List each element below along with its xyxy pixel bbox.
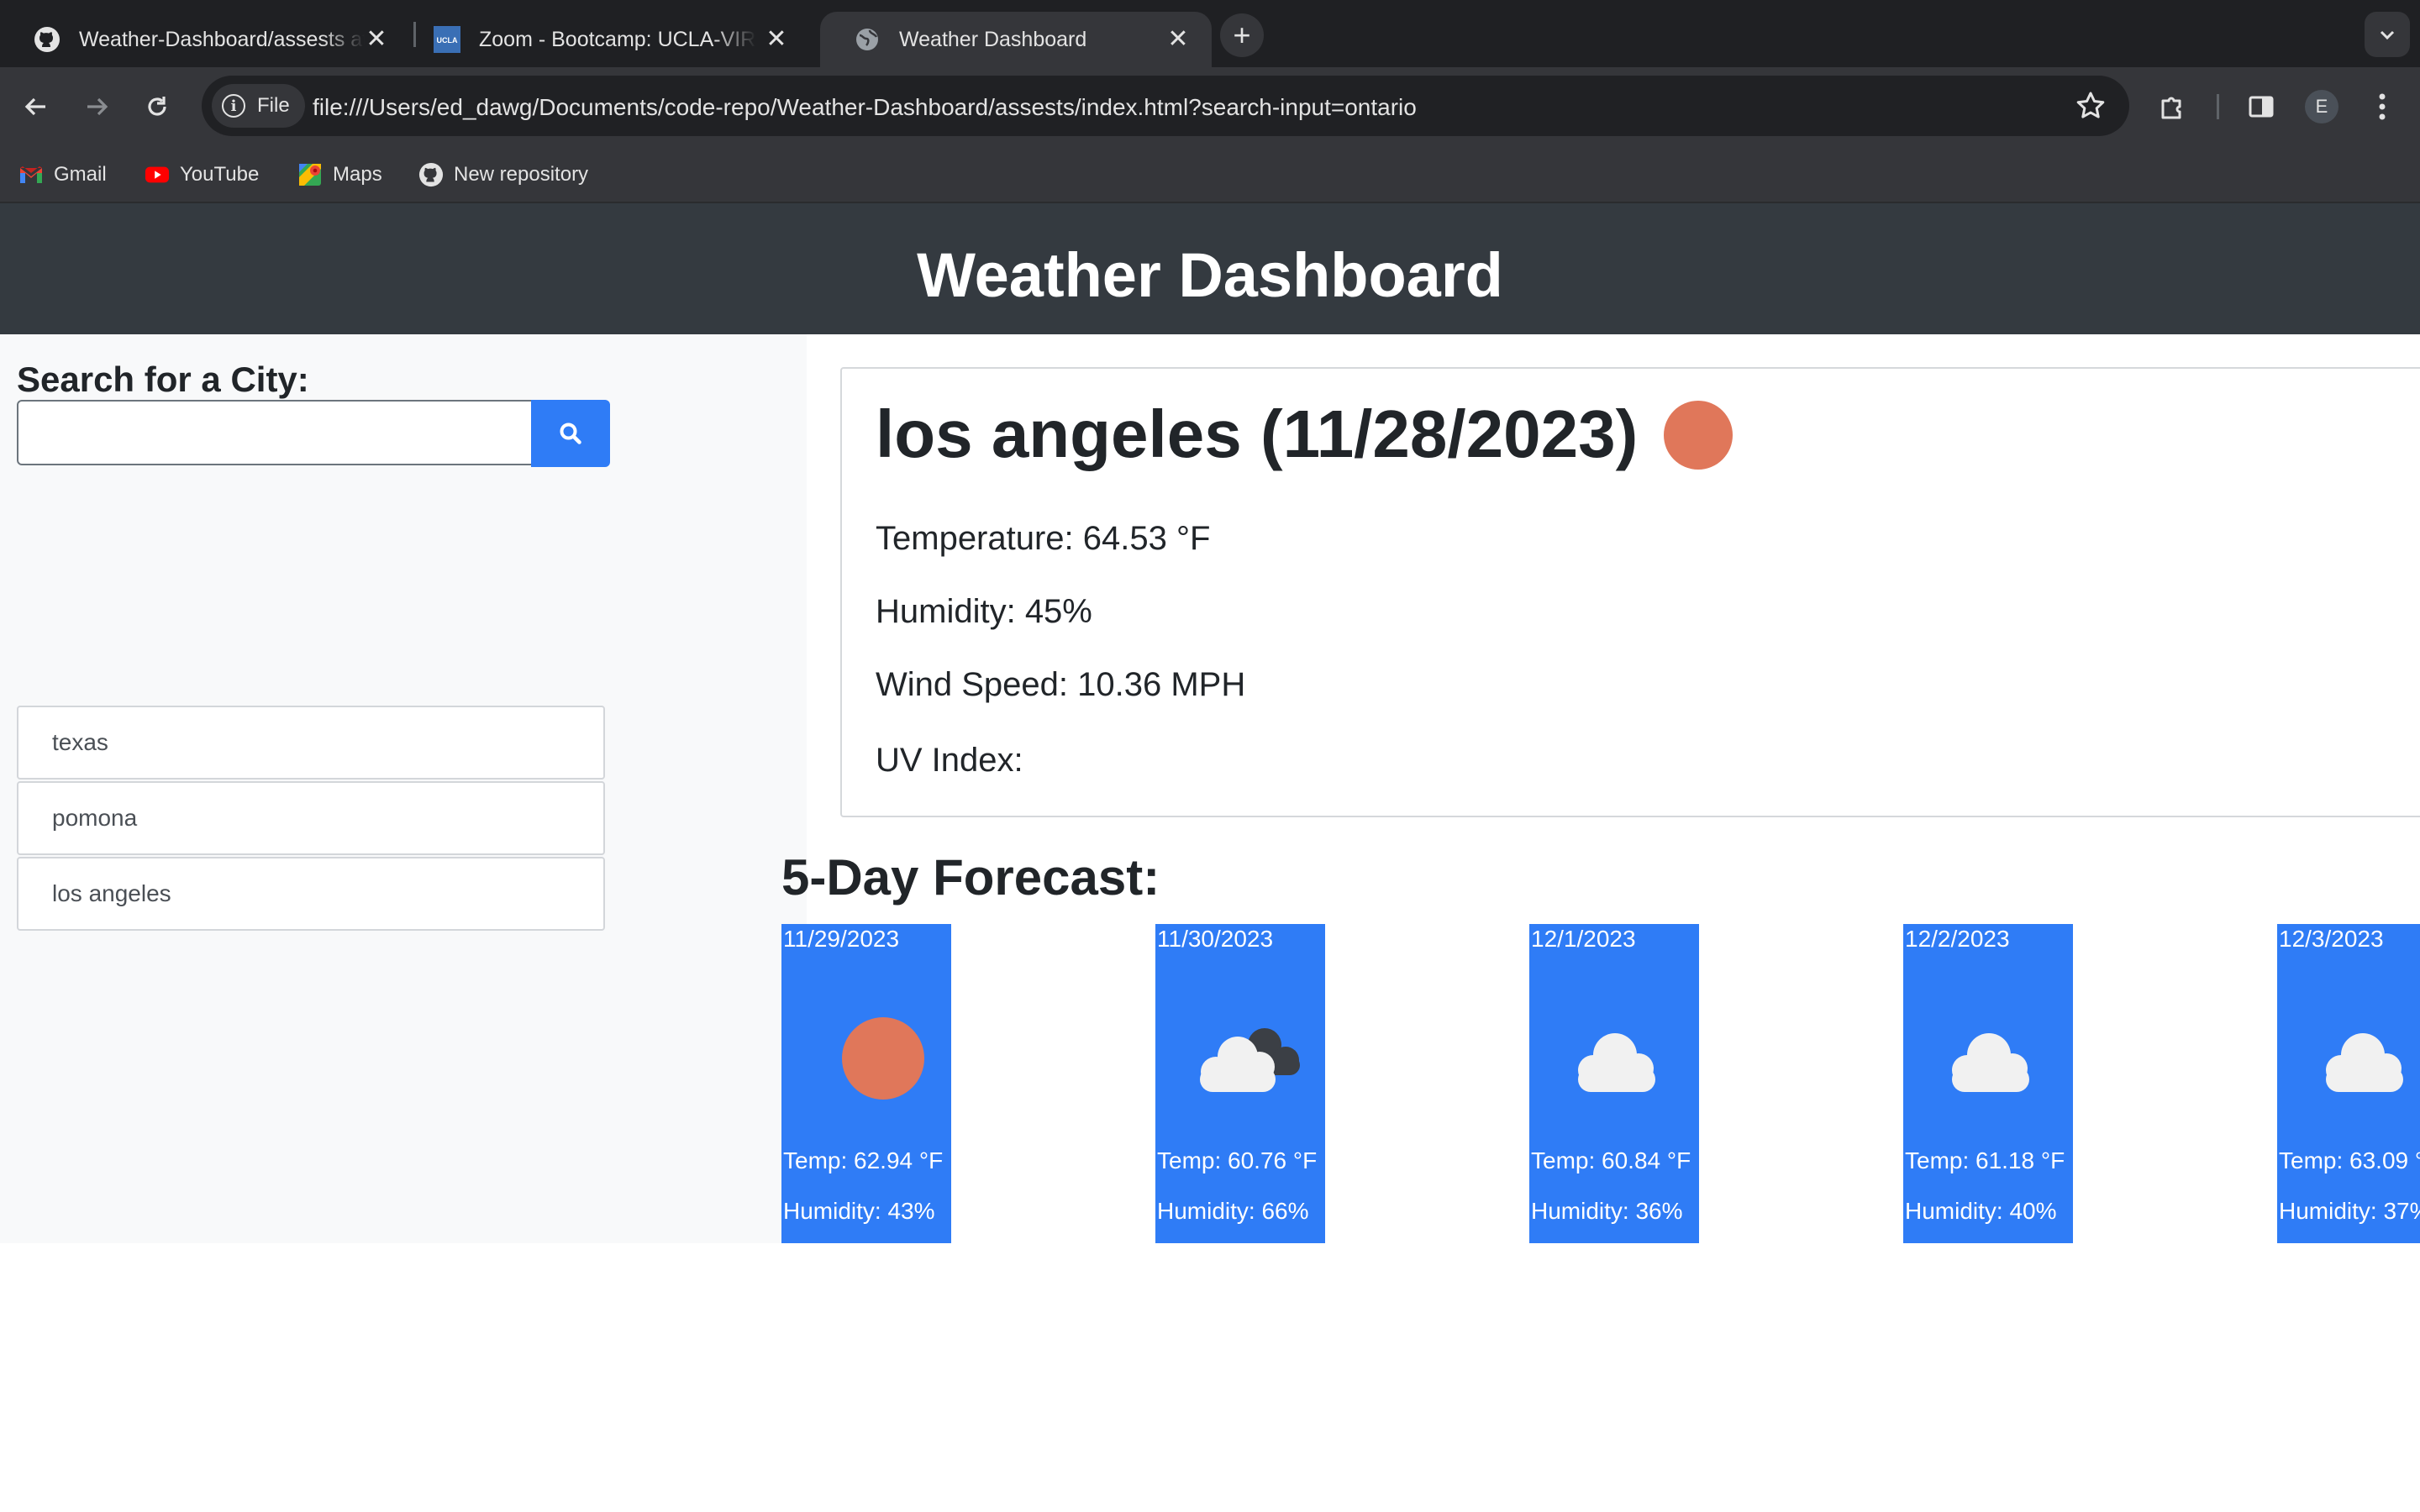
broken-clouds-icon	[1200, 1028, 1300, 1092]
file-chip-label: File	[257, 94, 290, 117]
info-icon: i	[222, 94, 245, 118]
web-page: Weather Dashboard Search for a City: tex…	[0, 203, 2420, 1512]
new-tab-button[interactable]: +	[1220, 13, 1264, 57]
current-temperature: Temperature: 64.53 °F	[876, 520, 1211, 557]
close-icon[interactable]: ✕	[361, 24, 392, 54]
github-icon	[34, 26, 60, 53]
gmail-icon	[18, 162, 44, 187]
reload-button[interactable]	[134, 84, 180, 129]
forecast-temp: Temp: 60.84 °F	[1531, 1147, 1691, 1173]
extensions-button[interactable]	[2149, 84, 2195, 129]
bookmark-new-repository[interactable]: New repository	[418, 158, 588, 192]
address-bar[interactable]: i File file:///Users/ed_dawg/Documents/c…	[202, 76, 2129, 136]
side-panel-button[interactable]	[2238, 84, 2284, 129]
arrow-right-icon	[87, 97, 108, 116]
bookmark-label: YouTube	[180, 163, 260, 186]
forecast-date: 11/30/2023	[1157, 926, 1274, 952]
ucla-icon: UCLA	[434, 26, 460, 53]
side-panel-icon	[2249, 96, 2274, 118]
puzzle-icon	[2161, 97, 2181, 119]
forecast-heading: 5-Day Forecast:	[781, 849, 1160, 906]
forward-button[interactable]	[74, 84, 119, 129]
search-input[interactable]	[17, 400, 533, 465]
history-item-label: los angeles	[52, 880, 171, 906]
search-sidebar: Search for a City: texas pomona los ange…	[0, 334, 807, 1243]
svg-text:UCLA: UCLA	[437, 36, 458, 45]
tab-weather-dashboard[interactable]: Weather Dashboard ✕	[820, 12, 1212, 67]
current-city-title: los angeles (11/28/2023)	[876, 396, 1639, 471]
forecast-humidity: Humidity: 40%	[1905, 1198, 2057, 1224]
history-item-pomona[interactable]: pomona	[17, 781, 605, 855]
bookmark-label: Maps	[333, 163, 382, 186]
current-humidity: Humidity: 45%	[876, 593, 1092, 630]
site-info-chip[interactable]: i File	[212, 84, 305, 128]
close-icon[interactable]: ✕	[761, 24, 792, 54]
bookmark-maps[interactable]: Maps	[297, 158, 382, 192]
page-title: Weather Dashboard	[917, 239, 1503, 310]
history-item-label: pomona	[52, 805, 138, 831]
sun-icon	[1664, 401, 1733, 470]
forecast-card: 11/30/2023 Temp: 60.76 °F Humidity: 66%	[1155, 924, 1325, 1243]
browser-menu-button[interactable]	[2360, 84, 2405, 129]
history-item-label: texas	[52, 729, 108, 755]
profile-button[interactable]: E	[2299, 84, 2344, 129]
sun-icon	[842, 1017, 924, 1100]
bookmarks-bar: Gmail YouTube Maps New repository	[0, 146, 2420, 203]
forecast-humidity: Humidity: 37%	[2279, 1198, 2420, 1224]
tab-zoom[interactable]: UCLA Zoom - Bootcamp: UCLA-VIRT ✕	[400, 12, 810, 67]
tab-github-repo[interactable]: Weather-Dashboard/assests at main · ed-d…	[0, 12, 410, 67]
more-vertical-icon	[2379, 93, 2386, 120]
chevron-down-icon	[2380, 30, 2395, 40]
search-button[interactable]	[531, 400, 610, 467]
forecast-date: 12/2/2023	[1905, 926, 2010, 952]
forecast-card: 12/1/2023 Temp: 60.84 °F Humidity: 36%	[1529, 924, 1699, 1243]
bookmark-label: New repository	[454, 163, 589, 186]
current-uv-index: UV Index:	[876, 742, 1023, 779]
forecast-temp: Temp: 61.18 °F	[1905, 1147, 2065, 1173]
bookmark-label: Gmail	[54, 163, 107, 186]
forecast-humidity: Humidity: 36%	[1531, 1198, 1683, 1224]
toolbar-separator	[2217, 94, 2219, 119]
current-weather-card: los angeles (11/28/2023) Temperature: 64…	[840, 367, 2420, 817]
cloud-icon	[2326, 1033, 2403, 1092]
site-header: Weather Dashboard	[0, 203, 2420, 334]
history-item-los-angeles[interactable]: los angeles	[17, 857, 605, 931]
star-icon[interactable]	[2075, 91, 2106, 121]
forecast-date: 12/1/2023	[1531, 926, 1636, 952]
bookmark-gmail[interactable]: Gmail	[18, 158, 107, 192]
tab-title: Zoom - Bootcamp: UCLA-VIRT	[479, 27, 756, 51]
globe-icon	[854, 26, 881, 53]
forecast-card: 12/3/2023 Temp: 63.09 °F Humidity: 37%	[2277, 924, 2420, 1243]
tab-title: Weather-Dashboard/assests at main · ed-d…	[79, 27, 365, 51]
current-wind-speed: Wind Speed: 10.36 MPH	[876, 666, 1246, 703]
cloud-icon	[1952, 1033, 2029, 1092]
history-item-texas[interactable]: texas	[17, 706, 605, 780]
youtube-icon	[145, 162, 170, 187]
search-icon	[560, 423, 581, 444]
maps-icon	[297, 162, 323, 187]
arrow-left-icon	[24, 97, 45, 116]
forecast-card: 12/2/2023 Temp: 61.18 °F Humidity: 40%	[1903, 924, 2073, 1243]
tab-title: Weather Dashboard	[899, 27, 1087, 51]
forecast-temp: Temp: 60.76 °F	[1157, 1147, 1318, 1173]
close-icon[interactable]: ✕	[1163, 24, 1193, 54]
back-button[interactable]	[13, 84, 59, 129]
url-text[interactable]: file:///Users/ed_dawg/Documents/code-rep…	[313, 94, 1417, 121]
browser-toolbar: i File file:///Users/ed_dawg/Documents/c…	[0, 67, 2420, 146]
forecast-humidity: Humidity: 66%	[1157, 1198, 1309, 1224]
forecast-date: 11/29/2023	[783, 926, 900, 952]
tab-strip: Weather-Dashboard/assests at main · ed-d…	[0, 0, 2420, 67]
tab-search-button[interactable]	[2365, 12, 2410, 57]
avatar: E	[2305, 90, 2338, 123]
cloud-icon	[1578, 1033, 1655, 1092]
reload-icon	[148, 97, 166, 116]
forecast-humidity: Humidity: 43%	[783, 1198, 935, 1224]
forecast-temp: Temp: 63.09 °F	[2279, 1147, 2420, 1173]
forecast-card: 11/29/2023 Temp: 62.94 °F Humidity: 43%	[781, 924, 951, 1243]
forecast-date: 12/3/2023	[2279, 926, 2384, 952]
github-icon	[418, 162, 444, 187]
forecast-temp: Temp: 62.94 °F	[783, 1147, 944, 1173]
search-label: Search for a City:	[17, 360, 309, 399]
bookmark-youtube[interactable]: YouTube	[145, 158, 259, 192]
